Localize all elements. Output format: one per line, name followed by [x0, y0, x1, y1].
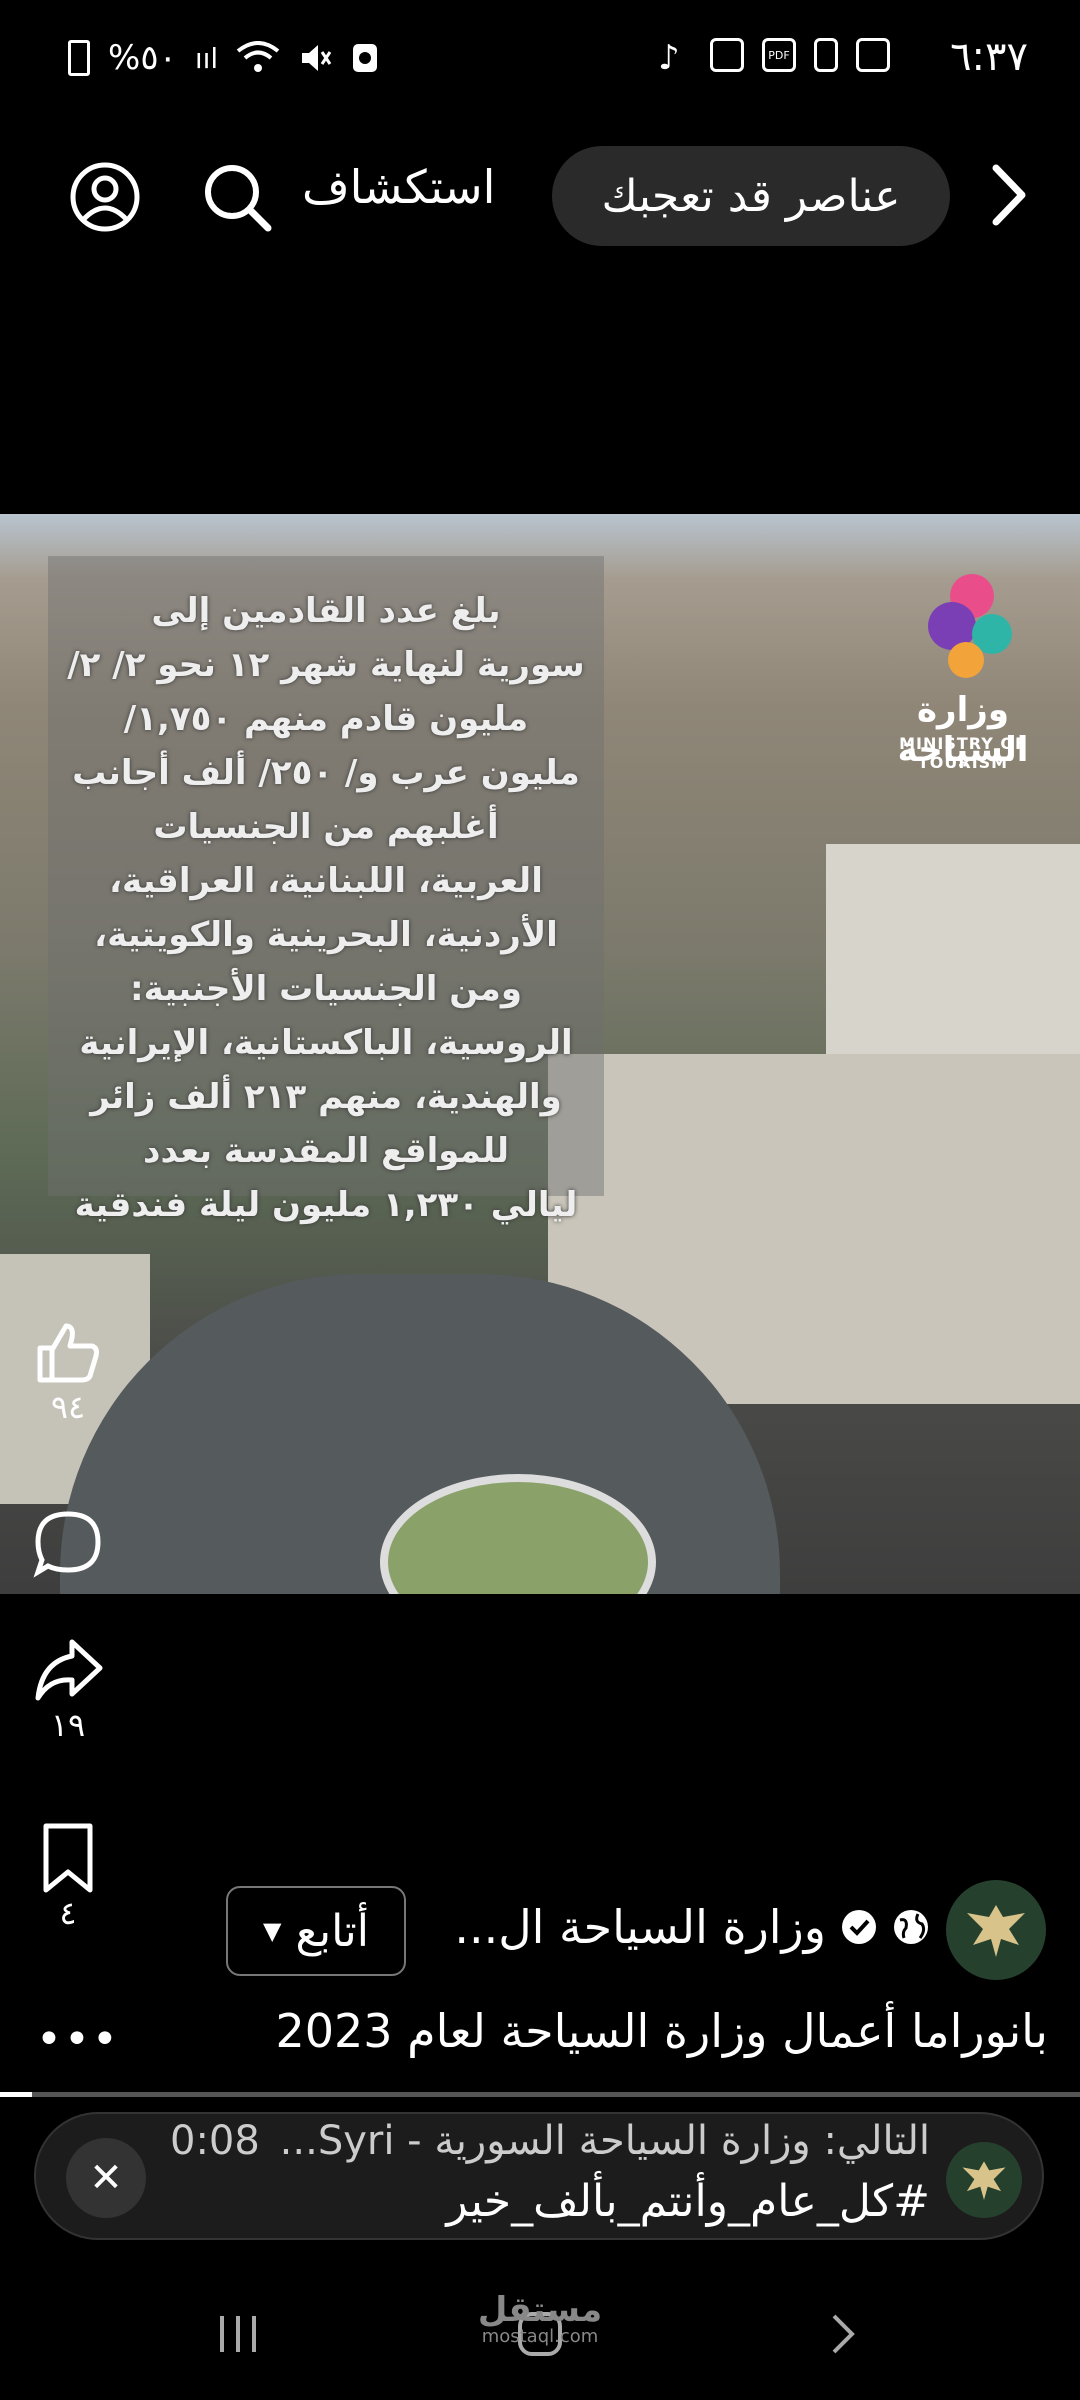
close-icon[interactable]: ✕: [66, 2138, 146, 2218]
video-overlay-text: بلغ عدد القادمين إلى سورية لنهاية شهر ١٢…: [54, 584, 598, 1232]
chevron-down-icon: ▼: [262, 1917, 282, 1945]
verified-badge-icon: [842, 1910, 876, 1944]
back-icon[interactable]: [820, 2310, 868, 2358]
overlay-line: مليون عرب و/ ٢٥٠/ ألف أجانب: [72, 753, 580, 793]
next-video-hashtag: #كل_عام_وأنتم_بألف_خير: [446, 2176, 930, 2227]
follow-button[interactable]: ▼ أتابع: [226, 1886, 406, 1976]
bookmark-icon: [43, 1823, 93, 1893]
watermark: مستقل mostaql.com: [470, 2290, 610, 2347]
comment-icon: [33, 1511, 101, 1578]
share-button[interactable]: ١٩: [28, 1634, 108, 1744]
comment-button[interactable]: [28, 1508, 108, 1580]
notification-icons: ♪ PDF: [658, 38, 890, 78]
signal-icon: ııl: [194, 41, 219, 75]
overlay-line: سورية لنهاية شهر ١٢ نحو ٢/ ٢/: [67, 645, 585, 685]
ministry-logo-english: MINISTRY OF TOURISM: [899, 734, 1027, 772]
search-icon[interactable]: [200, 160, 274, 234]
wifi-icon: [236, 41, 280, 72]
system-icons: %٥٠ ııl: [68, 38, 380, 78]
video-title: بانوراما أعمال وزارة السياحة لعام 2023: [275, 2004, 1048, 2058]
like-count: ٩٤: [50, 1388, 86, 1426]
next-video-label: التالي: وزارة السياحة السورية - Syri...: [279, 2118, 930, 2164]
battery-percent: %٥٠: [108, 38, 177, 78]
status-time: ٦:٣٧: [950, 34, 1028, 80]
more-options-icon[interactable]: •••: [36, 2014, 120, 2065]
channel-avatar[interactable]: [946, 1880, 1046, 1980]
explore-link[interactable]: استكشاف: [302, 160, 495, 214]
eagle-emblem-icon: [962, 2161, 1006, 2201]
channel-name: وزارة السياحة ال...: [454, 1900, 826, 1954]
battery-icon: [68, 40, 90, 76]
overlay-line: أغلبهم من الجنسيات: [153, 807, 499, 847]
tiktok-icon: ♪: [658, 38, 680, 78]
overlay-line: بلغ عدد القادمين إلى: [151, 591, 501, 631]
progress-fill: [0, 2092, 33, 2097]
globe-icon: [894, 1910, 928, 1944]
recommended-chip[interactable]: عناصر قد تعجبك: [552, 146, 950, 246]
profile-icon[interactable]: [68, 160, 142, 234]
watermark-english: mostaql.com: [481, 2326, 599, 2347]
share-icon: [35, 1639, 103, 1701]
save-button[interactable]: ٤: [28, 1822, 108, 1932]
overlay-line: ليالي ١,٢٣٠ مليون ليلة فندقية: [74, 1185, 578, 1225]
overlay-line: العربية، اللبنانية، العراقية،: [109, 861, 543, 901]
overlay-line: والهندية، منهم ٢١٣ ألف زائر: [90, 1077, 562, 1117]
recycle-icon: [353, 44, 378, 72]
thumbs-up-icon: [37, 1323, 99, 1383]
share-count: ١٩: [50, 1706, 86, 1744]
overlay-line: الأردنية، البحرينية والكويتية،: [94, 915, 558, 955]
channel-info[interactable]: وزارة السياحة ال...: [430, 1900, 930, 1954]
status-bar: ٦:٣٧ ♪ PDF %٥٠ ııl: [0, 0, 1080, 120]
overlay-line: للمواقع المقدسة بعدد: [143, 1131, 509, 1171]
overlay-line: الروسية، الباكستانية، الإيرانية: [79, 1023, 573, 1063]
phone-icon: [814, 38, 838, 72]
follow-label: أتابع: [295, 1905, 369, 1957]
next-video-duration: 0:08: [170, 2118, 260, 2164]
back-chevron-icon[interactable]: [978, 160, 1034, 230]
app-icon: [710, 38, 744, 72]
mute-icon: [302, 45, 332, 71]
pdf-icon: PDF: [762, 38, 796, 72]
next-video-avatar: [946, 2142, 1022, 2218]
gallery-icon: [856, 38, 890, 72]
next-video-line: التالي: وزارة السياحة السورية - Syri... …: [170, 2118, 930, 2164]
overlay-line: مليون قادم منهم ١,٧٥٠/: [123, 699, 529, 739]
recommended-chip-label: عناصر قد تعجبك: [601, 170, 901, 222]
watermark-arabic: مستقل: [477, 2290, 603, 2330]
save-count: ٤: [59, 1894, 77, 1932]
eagle-emblem-icon: [967, 1905, 1025, 1957]
recent-apps-icon[interactable]: [214, 2310, 262, 2358]
progress-bar[interactable]: [0, 2092, 1080, 2097]
like-button[interactable]: ٩٤: [28, 1316, 108, 1426]
overlay-line: ومن الجنسيات الأجنبية:: [130, 969, 522, 1009]
